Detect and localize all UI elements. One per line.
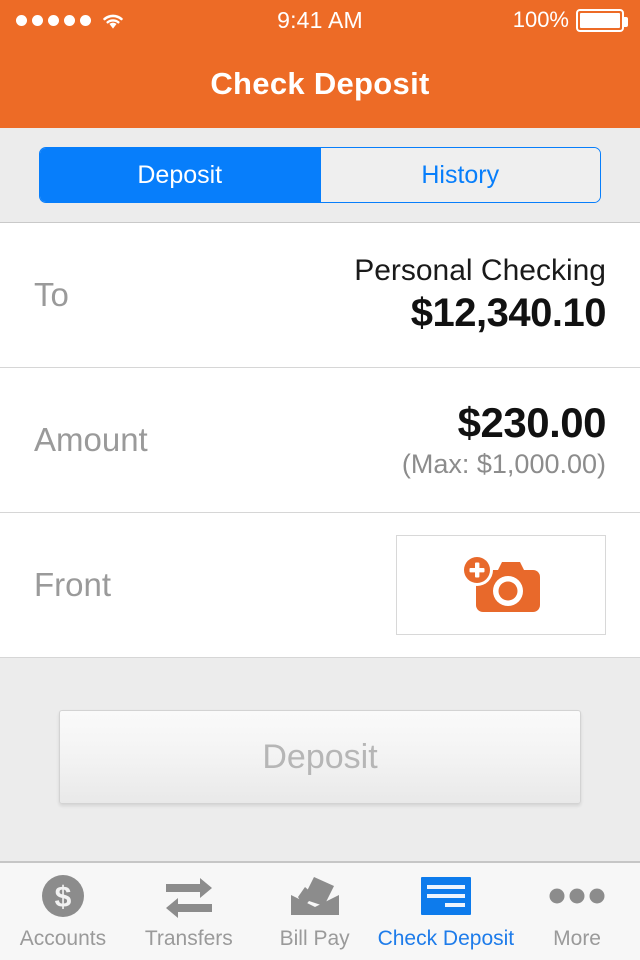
- amount-max-hint: (Max: $1,000.00): [401, 448, 606, 479]
- amount-value-group: $230.00 (Max: $1,000.00): [401, 399, 607, 482]
- tab-check-deposit-label: Check Deposit: [377, 927, 515, 950]
- status-bar-left: [16, 11, 126, 30]
- tab-transfers-label: Transfers: [144, 927, 233, 950]
- to-account-label: To: [34, 276, 69, 313]
- amount-row[interactable]: Amount $230.00 (Max: $1,000.00): [0, 368, 640, 513]
- check-document-icon: [420, 872, 471, 920]
- tab-check-deposit[interactable]: Check Deposit: [377, 863, 515, 960]
- tab-history[interactable]: History: [320, 148, 600, 202]
- front-image-row[interactable]: Front: [0, 513, 640, 658]
- tab-accounts[interactable]: $ Accounts: [0, 863, 126, 960]
- camera-add-icon: [458, 552, 544, 618]
- segmented-control[interactable]: Deposit History: [39, 147, 601, 203]
- tab-accounts-label: Accounts: [19, 927, 107, 950]
- battery-percent-label: 100%: [512, 7, 569, 32]
- tab-more[interactable]: More: [514, 863, 640, 960]
- deposit-action-area: Deposit: [0, 658, 640, 862]
- dollar-circle-icon: $: [40, 872, 86, 920]
- front-capture-container: [396, 535, 606, 635]
- to-account-row[interactable]: To Personal Checking $12,340.10: [0, 223, 640, 368]
- page-title: Check Deposit: [210, 66, 430, 101]
- amount-value[interactable]: $230.00: [402, 399, 607, 446]
- front-label: Front: [34, 566, 112, 603]
- account-name: Personal Checking: [354, 254, 606, 288]
- open-envelope-icon: [288, 872, 342, 920]
- svg-text:$: $: [55, 881, 72, 914]
- transfer-arrows-icon: [162, 872, 216, 920]
- bottom-tab-bar: $ Accounts Transfers Bill Pay Check Depo…: [0, 862, 640, 960]
- status-bar: 9:41 AM 100%: [0, 0, 640, 40]
- app-header: Check Deposit: [0, 40, 640, 128]
- signal-dots-icon: [16, 14, 91, 26]
- tab-bill-pay-label: Bill Pay: [279, 927, 350, 950]
- tab-more-label: More: [553, 927, 601, 950]
- front-capture-button[interactable]: [396, 535, 606, 635]
- tab-bill-pay[interactable]: Bill Pay: [252, 863, 378, 960]
- ellipsis-icon: [549, 872, 605, 920]
- tab-deposit[interactable]: Deposit: [40, 148, 321, 202]
- status-bar-right: 100%: [512, 7, 628, 33]
- account-balance: $12,340.10: [410, 290, 607, 335]
- battery-full-icon: [576, 8, 628, 32]
- deposit-form: To Personal Checking $12,340.10 Amount $…: [0, 223, 640, 658]
- segmented-control-container: Deposit History: [0, 128, 640, 223]
- tab-transfers[interactable]: Transfers: [126, 863, 252, 960]
- wifi-icon: [100, 11, 126, 30]
- amount-label: Amount: [34, 421, 148, 458]
- deposit-submit-button[interactable]: Deposit: [59, 710, 581, 804]
- to-account-value: Personal Checking $12,340.10: [354, 253, 606, 336]
- check-deposit-screen: 9:41 AM 100% Check Deposit Deposit Histo…: [0, 0, 640, 960]
